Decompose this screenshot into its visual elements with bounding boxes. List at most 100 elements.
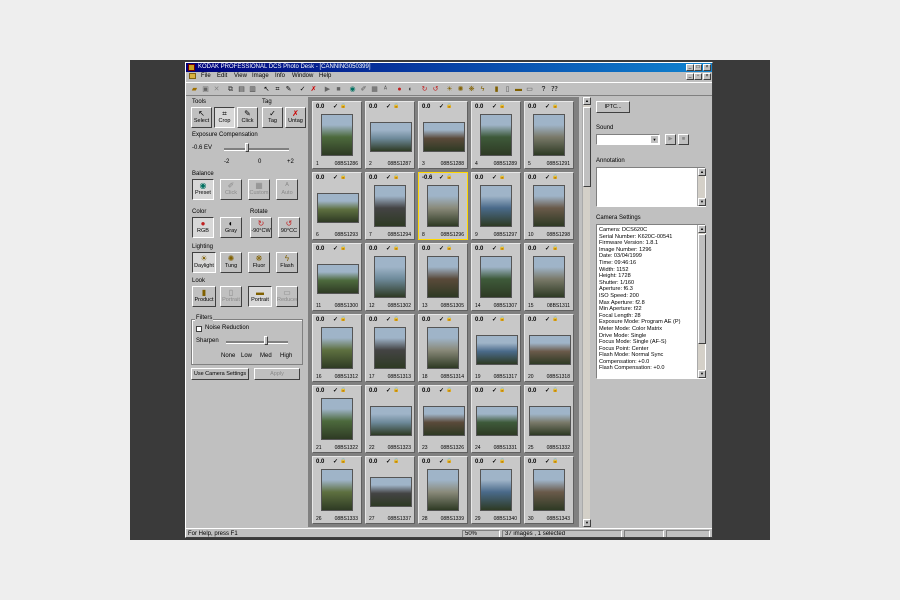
tag-button[interactable]: ✓ Tag — [262, 107, 283, 128]
thumbnail-scrollbar[interactable]: ▲ ▼ — [582, 97, 591, 527]
thumbnail[interactable]: 0.0 ✓ 🔒 28 08BS1339 — [418, 456, 468, 524]
menu-view[interactable]: View — [234, 72, 247, 81]
lock-icon[interactable]: 🔒 — [552, 316, 558, 322]
doc-restore-button[interactable]: ▫ — [694, 73, 702, 80]
tag-check-icon[interactable]: ✓ — [545, 245, 550, 252]
thumbnail[interactable]: 0.0 ✓ 🔒 10 08BS1298 — [524, 172, 574, 240]
lock-icon[interactable]: 🔒 — [446, 316, 452, 322]
thumbnail[interactable]: 0.0 ✓ 🔒 17 08BS1313 — [365, 314, 415, 382]
lock-icon[interactable]: 🔒 — [393, 387, 399, 393]
thumbnail[interactable]: 0.0 ✓ 🔒 20 08BS1318 — [524, 314, 574, 382]
tag-check-icon[interactable]: ✓ — [333, 458, 338, 465]
thumbnail[interactable]: 0.0 ✓ 🔒 21 08BS1322 — [312, 385, 362, 453]
fluorescent-icon[interactable]: ❋ — [467, 85, 476, 94]
lock-icon[interactable]: 🔒 — [340, 387, 346, 393]
annotation-scroll-up-icon[interactable]: ▲ — [698, 168, 706, 176]
thumbnail[interactable]: 0.0 ✓ 🔒 19 08BS1317 — [471, 314, 521, 382]
tag-check-icon[interactable]: ✓ — [492, 174, 497, 181]
lock-icon[interactable]: 🔒 — [393, 316, 399, 322]
lock-icon[interactable]: 🔒 — [393, 245, 399, 251]
reduced-look-button[interactable]: ▭ Reduced — [276, 286, 298, 307]
rotate-cw-icon[interactable]: ↻ — [420, 85, 429, 94]
tag-check-icon[interactable]: ✓ — [545, 174, 550, 181]
rgb-icon[interactable]: ● — [395, 85, 404, 94]
click-balance-button[interactable]: ✐ Click — [220, 179, 242, 200]
portrait-look-2-icon[interactable]: ▬ — [514, 85, 523, 94]
tag-check-icon[interactable]: ✓ — [386, 103, 391, 110]
lock-icon[interactable]: 🔒 — [340, 245, 346, 251]
thumbnail[interactable]: 0.0 ✓ 🔒 24 08BS1331 — [471, 385, 521, 453]
tag-check-icon[interactable]: ✓ — [333, 174, 338, 181]
daylight-button[interactable]: ☀ Daylight — [192, 252, 216, 273]
preset-icon[interactable]: ◉ — [348, 85, 357, 94]
auto-balance-icon[interactable]: ᴬ — [381, 85, 390, 94]
tag-check-icon[interactable]: ✓ — [386, 387, 391, 394]
thumbnail[interactable]: 0.0 ✓ 🔒 12 08BS1302 — [365, 243, 415, 311]
lock-icon[interactable]: 🔒 — [499, 103, 505, 109]
lock-icon[interactable]: 🔒 — [340, 103, 346, 109]
lock-icon[interactable]: 🔒 — [552, 174, 558, 180]
tungsten-button[interactable]: ✺ Tung — [220, 252, 242, 273]
thumbnail[interactable]: 0.0 ✓ 🔒 27 08BS1337 — [365, 456, 415, 524]
thumbnail[interactable]: 0.0 ✓ 🔒 1 08BS1286 — [312, 101, 362, 169]
tag-check-icon[interactable]: ✓ — [545, 316, 550, 323]
tag-check-icon[interactable]: ✓ — [492, 316, 497, 323]
click-tool-button[interactable]: ✎ Click — [237, 107, 258, 128]
sharpen-slider-thumb[interactable] — [264, 336, 268, 345]
tag-icon[interactable]: ✓ — [298, 85, 307, 94]
thumbnail[interactable]: 0.0 ✓ 🔒 22 08BS1323 — [365, 385, 415, 453]
title-bar[interactable]: KODAK PROFESSIONAL DCS Photo Desk - [CAN… — [186, 63, 712, 72]
tag-check-icon[interactable]: ✓ — [333, 103, 338, 110]
daylight-icon[interactable]: ☀ — [445, 85, 454, 94]
rotate-ccw-icon[interactable]: ↺ — [431, 85, 440, 94]
lock-icon[interactable]: 🔒 — [499, 316, 505, 322]
lock-icon[interactable]: 🔒 — [340, 316, 346, 322]
tag-check-icon[interactable]: ✓ — [439, 103, 444, 110]
lock-icon[interactable]: 🔒 — [340, 174, 346, 180]
delete-icon[interactable]: ✕ — [212, 85, 221, 94]
noise-reduction-checkbox[interactable] — [196, 326, 202, 332]
crop-tool-button[interactable]: ⌗ Crop — [214, 107, 235, 128]
untag-button[interactable]: ✗ Untag — [285, 107, 306, 128]
context-help-icon[interactable]: ⁇ — [550, 85, 559, 94]
reduced-look-icon[interactable]: ▭ — [525, 85, 534, 94]
exposure-slider[interactable] — [224, 148, 289, 151]
annotation-scrollbar[interactable]: ▲ ▼ — [697, 168, 706, 206]
annotation-scroll-down-icon[interactable]: ▼ — [698, 198, 706, 206]
tag-check-icon[interactable]: ✓ — [492, 245, 497, 252]
menu-edit[interactable]: Edit — [217, 72, 227, 81]
lock-icon[interactable]: 🔒 — [393, 103, 399, 109]
settings-scroll-thumb[interactable] — [698, 234, 706, 344]
lock-icon[interactable]: 🔒 — [499, 387, 505, 393]
select-tool-button[interactable]: ↖ Select — [191, 107, 212, 128]
thumbnail[interactable]: 0.0 ✓ 🔒 6 08BS1293 — [312, 172, 362, 240]
lock-icon[interactable]: 🔒 — [499, 458, 505, 464]
tag-check-icon[interactable]: ✓ — [439, 387, 444, 394]
crop-tool-icon[interactable]: ⌗ — [273, 85, 282, 94]
tag-check-icon[interactable]: ✓ — [492, 103, 497, 110]
flash-icon[interactable]: ϟ — [478, 85, 487, 94]
menu-help[interactable]: Help — [319, 72, 331, 81]
play-icon[interactable]: ▶ — [323, 85, 332, 94]
lock-icon[interactable]: 🔒 — [552, 387, 558, 393]
portrait-look-selected-button[interactable]: ▬ Portrait — [248, 286, 272, 307]
thumbnail[interactable]: 0.0 ✓ 🔒 25 08BS1332 — [524, 385, 574, 453]
open-folder-icon[interactable]: ▰ — [190, 85, 199, 94]
tag-check-icon[interactable]: ✓ — [545, 458, 550, 465]
rgb-button[interactable]: ● RGB — [192, 217, 214, 238]
paste-icon[interactable]: ▤ — [237, 85, 246, 94]
iptc-button[interactable]: IPTC... — [596, 101, 630, 113]
camera-settings-list[interactable]: Camera: DCS620C Serial Number: K620C-0054… — [596, 224, 706, 379]
tag-check-icon[interactable]: ✓ — [439, 245, 444, 252]
tag-check-icon[interactable]: ✓ — [333, 316, 338, 323]
dropdown-arrow-icon[interactable]: ▼ — [651, 136, 658, 143]
minimize-button[interactable]: _ — [686, 64, 694, 71]
tag-check-icon[interactable]: ✓ — [333, 245, 338, 252]
tag-check-icon[interactable]: ✓ — [386, 245, 391, 252]
eyedropper-icon[interactable]: ✎ — [284, 85, 293, 94]
tag-check-icon[interactable]: ✓ — [545, 103, 550, 110]
tag-check-icon[interactable]: ✓ — [545, 387, 550, 394]
portrait-look-button[interactable]: ▯ Portrait — [220, 286, 242, 307]
thumbnail[interactable]: 0.0 ✓ 🔒 5 08BS1291 — [524, 101, 574, 169]
lock-icon[interactable]: 🔒 — [552, 245, 558, 251]
